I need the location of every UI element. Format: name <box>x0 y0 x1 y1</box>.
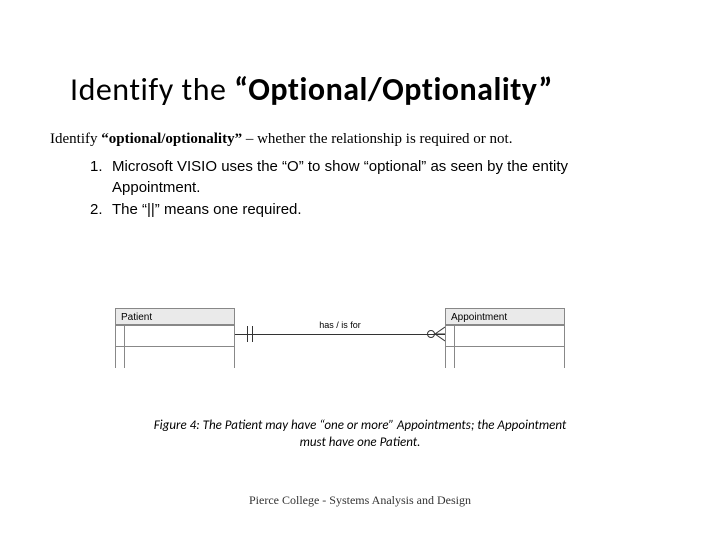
entity-patient: Patient <box>115 308 235 368</box>
title-prefix: Identify the <box>70 70 234 109</box>
intro-bold: “optional/optionality” <box>101 131 242 147</box>
list-num: 2. <box>90 200 112 220</box>
entity-body <box>115 326 235 368</box>
numbered-list: 1. Microsoft VISIO uses the “O” to show … <box>0 157 720 220</box>
relationship-label: has / is for <box>316 320 364 330</box>
footer-text: Pierce College - Systems Analysis and De… <box>0 493 720 508</box>
one-required-notation-icon <box>247 326 257 342</box>
entity-appointment: Appointment <box>445 308 565 368</box>
list-item: 1. Microsoft VISIO uses the “O” to show … <box>90 157 650 198</box>
list-text: Microsoft VISIO uses the “O” to show “op… <box>112 157 650 198</box>
title-bold: “Optional/Optionality” <box>234 70 553 109</box>
list-num: 1. <box>90 157 112 198</box>
intro-prefix: Identify <box>50 131 101 147</box>
entity-body <box>445 326 565 368</box>
relationship-line <box>235 334 445 335</box>
entity-divider <box>454 326 455 368</box>
intro-text: Identify “optional/optionality” – whethe… <box>0 129 720 157</box>
figure-caption: Figure 4: The Patient may have “one or m… <box>0 418 720 452</box>
entity-divider <box>124 326 125 368</box>
page-title: Identify the “Optional/Optionality” <box>0 0 720 129</box>
list-text: The “||” means one required. <box>112 200 302 220</box>
optional-many-notation-icon <box>427 326 445 342</box>
list-item: 2. The “||” means one required. <box>90 200 650 220</box>
erd-diagram: Patient Appointment has / is for <box>115 298 565 388</box>
intro-suffix: – whether the relationship is required o… <box>242 131 512 147</box>
entity-header: Appointment <box>445 308 565 326</box>
entity-header: Patient <box>115 308 235 326</box>
